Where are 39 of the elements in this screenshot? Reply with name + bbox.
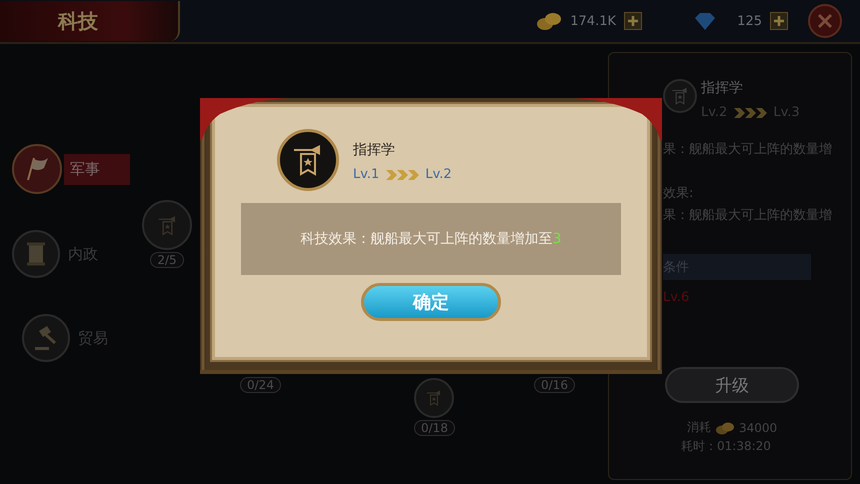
next-effect-label: 效果: — [663, 185, 694, 202]
progress-badge: 0/18 — [414, 420, 455, 436]
effect-text: 科技效果：舰船最大可上阵的数量增加至 — [300, 230, 553, 248]
resource-amount: 125 — [736, 14, 762, 28]
cost-amount: 34000 — [739, 420, 778, 434]
tech-node[interactable] — [142, 200, 192, 250]
chevrons-icon — [733, 106, 768, 118]
confirm-button[interactable]: 确定 — [361, 283, 501, 321]
upgrade-button[interactable]: 升级 — [665, 367, 799, 403]
effect-text: 果：舰船最大可上阵的数量增 — [663, 141, 833, 158]
coins-icon — [715, 420, 735, 434]
resource-amount: 174.1K — [570, 14, 616, 28]
category-node[interactable] — [12, 230, 60, 278]
plus-icon — [774, 16, 784, 26]
add-button[interactable] — [770, 12, 788, 30]
tech-name: 指挥学 — [701, 79, 744, 97]
progress-badge: 0/16 — [534, 377, 575, 393]
tech-name: 指挥学 — [353, 141, 396, 159]
time-text: 耗时：01:38:20 — [681, 438, 772, 455]
plus-icon — [628, 16, 638, 26]
next-effect-text: 果：舰船最大可上阵的数量增 — [663, 207, 833, 224]
tech-node[interactable] — [414, 378, 454, 418]
progress-badge: 2/5 — [150, 252, 184, 268]
progress-badge: 0/24 — [240, 377, 281, 393]
effect-value: 3 — [552, 231, 562, 247]
coins-icon — [536, 11, 562, 31]
level-to: Lv.2 — [425, 167, 452, 182]
add-button[interactable] — [624, 12, 642, 30]
cost-label: 消耗 — [687, 419, 711, 436]
category-node[interactable] — [22, 314, 70, 362]
gem-icon — [692, 11, 718, 31]
requirement-text: Lv.6 — [663, 290, 690, 305]
category-node[interactable] — [12, 144, 62, 194]
level-from: Lv.1 — [353, 167, 380, 182]
close-button[interactable] — [808, 4, 842, 38]
page-title: 科技 — [0, 1, 180, 41]
chevrons-icon — [385, 168, 420, 180]
category-tab[interactable]: 军事 — [64, 154, 130, 184]
close-icon — [817, 13, 833, 29]
